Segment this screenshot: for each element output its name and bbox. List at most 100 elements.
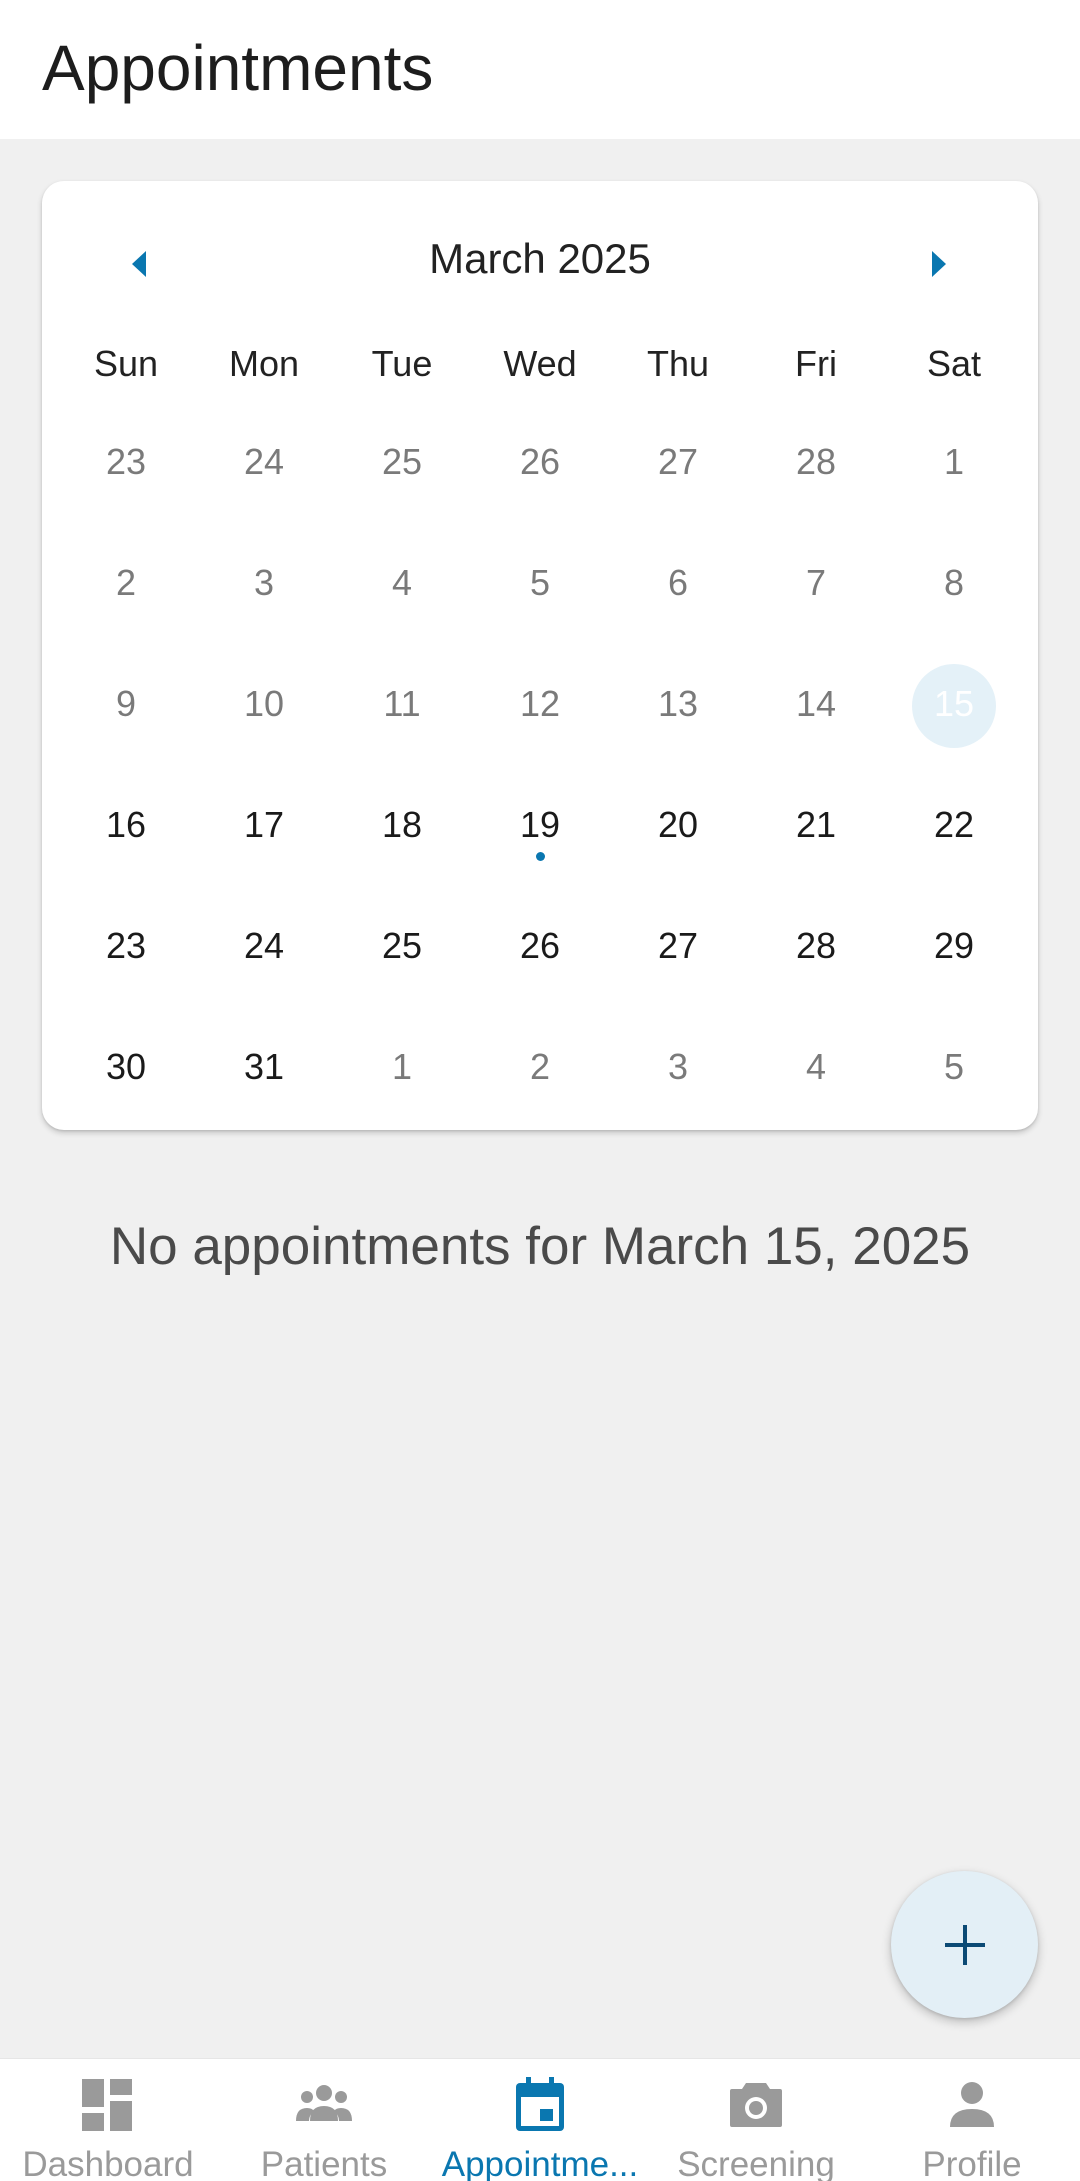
day-number: 25 <box>381 924 423 966</box>
calendar-day[interactable]: 28 <box>747 885 885 1006</box>
day-number: 20 <box>657 803 699 845</box>
day-number: 7 <box>805 561 827 603</box>
calendar-day[interactable]: 8 <box>885 522 1023 643</box>
calendar-day[interactable]: 26 <box>471 885 609 1006</box>
day-number: 17 <box>243 803 285 845</box>
day-number: 15 <box>933 682 975 724</box>
calendar-day-selected[interactable]: 15 <box>885 643 1023 764</box>
day-number: 24 <box>243 924 285 966</box>
calendar-day[interactable]: 18 <box>333 764 471 885</box>
calendar-day[interactable]: 17 <box>195 764 333 885</box>
weekday-label: Sat <box>926 343 982 384</box>
calendar-day[interactable]: 24 <box>195 885 333 1006</box>
calendar-day[interactable]: 2 <box>471 1006 609 1127</box>
calendar-day[interactable]: 13 <box>609 643 747 764</box>
day-number: 13 <box>657 682 699 724</box>
day-number: 4 <box>391 561 413 603</box>
day-number: 21 <box>795 803 837 845</box>
weekday-label: Thu <box>646 343 710 384</box>
add-appointment-button[interactable] <box>891 1871 1038 2018</box>
weekday-label: Tue <box>371 343 433 384</box>
day-number: 1 <box>943 440 965 482</box>
calendar-day[interactable]: 26 <box>471 401 609 522</box>
day-number: 8 <box>943 561 965 603</box>
calendar-day[interactable]: 2 <box>57 522 195 643</box>
calendar-day[interactable]: 3 <box>195 522 333 643</box>
day-number: 3 <box>667 1045 689 1087</box>
calendar-day[interactable]: 22 <box>885 764 1023 885</box>
calendar-day[interactable]: 20 <box>609 764 747 885</box>
calendar-week: 16 17 18 19 20 21 22 <box>57 764 1023 885</box>
calendar-day[interactable]: 31 <box>195 1006 333 1127</box>
no-appointments-message: No appointments for March 15, 2025 <box>109 1217 971 1276</box>
calendar-day[interactable]: 29 <box>885 885 1023 1006</box>
calendar-day[interactable]: 27 <box>609 401 747 522</box>
nav-item-dashboard[interactable]: Dashboard <box>0 2059 216 2181</box>
nav-label: Screening <box>677 2145 835 2181</box>
calendar-card: March 2025 Sun Mon Tue Wed Thu Fri Sat 2… <box>42 181 1038 1130</box>
nav-item-screening[interactable]: Screening <box>648 2059 864 2181</box>
calendar-day[interactable]: 23 <box>57 401 195 522</box>
calendar-day[interactable]: 25 <box>333 885 471 1006</box>
nav-item-patients[interactable]: Patients <box>216 2059 432 2181</box>
calendar-day[interactable]: 5 <box>885 1006 1023 1127</box>
calendar-day[interactable]: 14 <box>747 643 885 764</box>
day-number: 28 <box>795 924 837 966</box>
day-number: 18 <box>381 803 423 845</box>
calendar-week: 23 24 25 26 27 28 29 <box>57 885 1023 1006</box>
app-root: Appointments March 2025 Sun Mon Tue Wed … <box>0 0 1080 2181</box>
calendar-day[interactable]: 25 <box>333 401 471 522</box>
plus-icon <box>944 1924 985 1965</box>
calendar-day[interactable]: 16 <box>57 764 195 885</box>
calendar-week: 9 10 11 12 13 14 15 <box>57 643 1023 764</box>
person-icon <box>950 2082 994 2127</box>
calendar-day[interactable]: 24 <box>195 401 333 522</box>
day-number: 2 <box>115 561 137 603</box>
calendar-day[interactable]: 11 <box>333 643 471 764</box>
calendar-day[interactable]: 3 <box>609 1006 747 1127</box>
calendar-day[interactable]: 12 <box>471 643 609 764</box>
nav-item-profile[interactable]: Profile <box>864 2059 1080 2181</box>
nav-label: Patients <box>260 2145 388 2181</box>
calendar-day[interactable]: 9 <box>57 643 195 764</box>
calendar-day[interactable]: 30 <box>57 1006 195 1127</box>
calendar-day[interactable]: 21 <box>747 764 885 885</box>
calendar-day[interactable]: 4 <box>333 522 471 643</box>
nav-item-appointments[interactable]: Appointme... <box>432 2059 648 2181</box>
day-number: 31 <box>243 1045 285 1087</box>
page-title: Appointments <box>42 32 434 104</box>
calendar-day[interactable]: 10 <box>195 643 333 764</box>
day-number: 19 <box>519 803 561 845</box>
day-number: 30 <box>105 1045 147 1087</box>
day-number: 3 <box>253 561 275 603</box>
weekday-label: Wed <box>503 343 577 384</box>
calendar-day[interactable]: 6 <box>609 522 747 643</box>
calendar-day[interactable]: 1 <box>333 1006 471 1127</box>
patients-icon <box>296 2085 352 2121</box>
calendar-day[interactable]: 28 <box>747 401 885 522</box>
calendar-day[interactable]: 19 <box>471 764 609 885</box>
bottom-navigation-bar: Dashboard Patients Appointme... Screenin… <box>0 2058 1080 2181</box>
calendar-day[interactable]: 4 <box>747 1006 885 1127</box>
next-month-button[interactable] <box>894 219 984 309</box>
app-header: Appointments <box>0 0 1080 139</box>
month-label: March 2025 <box>429 235 651 282</box>
calendar-day[interactable]: 27 <box>609 885 747 1006</box>
calendar-day[interactable]: 23 <box>57 885 195 1006</box>
calendar-day[interactable]: 7 <box>747 522 885 643</box>
camera-icon <box>730 2083 782 2127</box>
day-number: 4 <box>805 1045 827 1087</box>
day-number: 29 <box>933 924 975 966</box>
day-number: 6 <box>667 561 689 603</box>
day-number: 23 <box>105 440 147 482</box>
calendar-day[interactable]: 1 <box>885 401 1023 522</box>
calendar-week: 30 31 1 2 3 4 5 <box>57 1006 1023 1127</box>
day-number: 14 <box>795 682 837 724</box>
calendar-day[interactable]: 5 <box>471 522 609 643</box>
day-number: 22 <box>933 803 975 845</box>
day-number: 28 <box>795 440 837 482</box>
day-number: 1 <box>391 1045 413 1087</box>
appointment-dot-indicator <box>535 852 545 861</box>
day-number: 9 <box>115 682 137 724</box>
weekday-label: Fri <box>795 343 837 384</box>
